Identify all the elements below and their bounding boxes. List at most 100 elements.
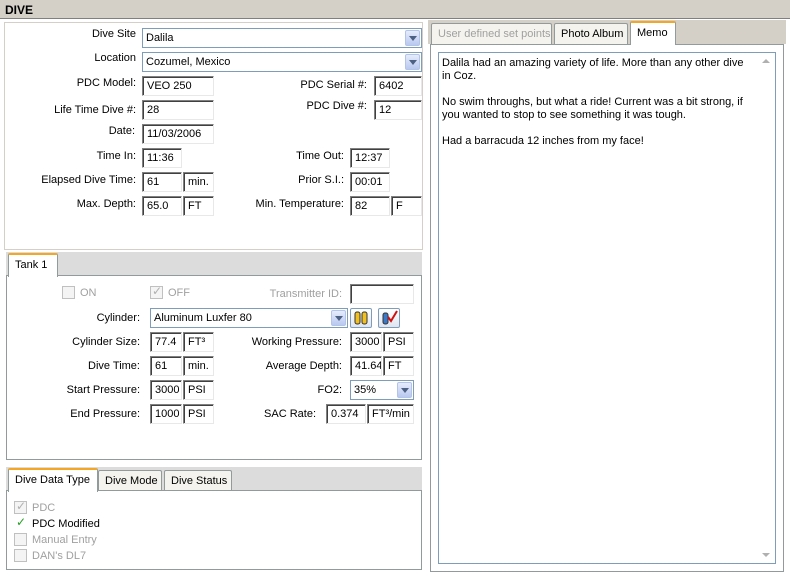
scroll-down-icon[interactable]	[762, 553, 770, 557]
life-time-dive-field[interactable]: 28	[142, 100, 214, 120]
option-pdc-label: PDC	[32, 501, 56, 514]
date-label: Date:	[108, 125, 135, 137]
transmitter-label: Transmitter ID:	[269, 288, 342, 300]
tank-on-box[interactable]	[62, 286, 75, 299]
option-pdc-modified[interactable]: PDC Modified	[14, 515, 100, 530]
dive-site-value: Dalila	[146, 32, 174, 44]
cylinder-size-field[interactable]: 77.4	[150, 332, 182, 352]
start-pressure-unit: PSI	[183, 380, 214, 400]
tank-check-icon	[382, 310, 398, 325]
dive-time-unit: min.	[183, 356, 214, 376]
time-in-field[interactable]: 11:36	[142, 148, 182, 168]
pdc-serial-label: PDC Serial #:	[300, 79, 367, 91]
pdc-serial-field[interactable]: 6402	[374, 76, 422, 96]
cylinder-size-unit: FT³	[183, 332, 214, 352]
tank-off-label: OFF	[168, 286, 190, 299]
tank-off-box[interactable]	[150, 284, 163, 299]
option-pdc-box[interactable]	[14, 499, 27, 514]
prior-si-field[interactable]: 00:01	[350, 172, 390, 192]
option-manual-entry-box[interactable]	[14, 533, 27, 546]
option-pdc[interactable]: PDC	[14, 499, 56, 514]
memo-paragraph: Dalila had an amazing variety of life. M…	[442, 57, 744, 82]
prior-si-label: Prior S.I.:	[298, 174, 344, 186]
time-out-field[interactable]: 12:37	[350, 148, 390, 168]
pdc-dive-field[interactable]: 12	[374, 100, 422, 120]
tank-tab-strip	[6, 252, 422, 276]
dive-site-select[interactable]: Dalila	[142, 28, 422, 48]
cylinder-select[interactable]: Aluminum Luxfer 80	[150, 308, 348, 328]
time-out-label: Time Out:	[296, 150, 344, 162]
memo-textarea[interactable]: Dalila had an amazing variety of life. M…	[438, 52, 776, 564]
fo2-label: FO2:	[317, 384, 342, 396]
chevron-down-icon[interactable]	[405, 54, 420, 70]
option-dans-dl7[interactable]: DAN's DL7	[14, 549, 86, 562]
elapsed-time-label: Elapsed Dive Time:	[41, 174, 136, 186]
pdc-model-label: PDC Model:	[76, 77, 136, 89]
pdc-model-field[interactable]: VEO 250	[142, 76, 214, 96]
option-pdc-modified-box[interactable]	[14, 515, 27, 530]
option-dans-dl7-box[interactable]	[14, 549, 27, 562]
working-pressure-field[interactable]: 3000	[350, 332, 382, 352]
tank-confirm-button[interactable]	[378, 308, 400, 328]
tab-dive-status[interactable]: Dive Status	[164, 470, 232, 492]
tab-tank-1[interactable]: Tank 1	[8, 253, 58, 277]
min-temp-field[interactable]: 82	[350, 196, 390, 216]
memo-paragraph: Had a barracuda 12 inches from my face!	[442, 135, 644, 147]
life-time-dive-label: Life Time Dive #:	[54, 104, 136, 116]
end-pressure-field[interactable]: 1000	[150, 404, 182, 424]
tab-memo[interactable]: Memo	[630, 21, 676, 45]
dive-time-label: Dive Time:	[88, 360, 140, 372]
pdc-dive-label: PDC Dive #:	[306, 100, 367, 112]
memo-paragraph: No swim throughs, but what a ride! Curre…	[442, 96, 743, 121]
elapsed-time-field[interactable]: 61	[142, 172, 182, 192]
fo2-value: 35%	[354, 384, 377, 396]
location-label: Location	[94, 52, 136, 64]
min-temp-unit: F	[391, 196, 422, 216]
transmitter-field[interactable]	[350, 284, 414, 304]
start-pressure-field[interactable]: 3000	[150, 380, 182, 400]
chevron-down-icon[interactable]	[405, 30, 420, 46]
location-value: Cozumel, Mexico	[146, 56, 231, 68]
tab-photo-album[interactable]: Photo Album	[554, 23, 628, 45]
time-in-label: Time In:	[96, 150, 136, 162]
end-pressure-unit: PSI	[183, 404, 214, 424]
tanks-library-button[interactable]	[350, 308, 372, 328]
tab-dive-mode[interactable]: Dive Mode	[98, 470, 162, 492]
sac-rate-unit: FT³/min	[367, 404, 414, 424]
option-pdc-modified-label: PDC Modified	[32, 517, 100, 530]
average-depth-label: Average Depth:	[265, 360, 342, 372]
chevron-down-icon[interactable]	[331, 310, 346, 326]
tank-on-checkbox[interactable]: ON	[62, 286, 97, 299]
start-pressure-label: Start Pressure:	[66, 384, 140, 396]
option-manual-entry[interactable]: Manual Entry	[14, 533, 97, 546]
date-field[interactable]: 11/03/2006	[142, 124, 214, 144]
dive-time-field[interactable]: 61	[150, 356, 182, 376]
sac-rate-label: SAC Rate:	[264, 408, 316, 420]
working-pressure-unit: PSI	[383, 332, 414, 352]
memo-scrollbar[interactable]	[758, 53, 775, 563]
chevron-down-icon[interactable]	[397, 382, 412, 398]
tab-dive-data-type[interactable]: Dive Data Type	[8, 468, 98, 492]
cylinder-value: Aluminum Luxfer 80	[154, 312, 252, 324]
fo2-select[interactable]: 35%	[350, 380, 414, 400]
tank-on-label: ON	[80, 286, 97, 299]
scroll-up-icon[interactable]	[762, 59, 770, 63]
end-pressure-label: End Pressure:	[70, 408, 140, 420]
average-depth-field[interactable]: 41.64	[350, 356, 382, 376]
cylinder-label: Cylinder:	[96, 312, 140, 324]
working-pressure-label: Working Pressure:	[251, 336, 342, 348]
max-depth-field[interactable]: 65.0	[142, 196, 182, 216]
dive-site-label: Dive Site	[91, 28, 136, 40]
elapsed-time-unit: min.	[183, 172, 214, 192]
tanks-icon	[354, 311, 368, 325]
option-manual-entry-label: Manual Entry	[32, 533, 97, 546]
max-depth-label: Max. Depth:	[76, 198, 136, 210]
tab-user-defined-set-points[interactable]: User defined set points	[431, 23, 552, 45]
tank-off-checkbox[interactable]: OFF	[150, 284, 190, 299]
sac-rate-field[interactable]: 0.374	[326, 404, 366, 424]
option-dans-dl7-label: DAN's DL7	[32, 549, 87, 562]
window-title: DIVE	[0, 0, 790, 19]
location-select[interactable]: Cozumel, Mexico	[142, 52, 422, 72]
min-temp-label: Min. Temperature:	[255, 198, 344, 210]
cylinder-size-label: Cylinder Size:	[72, 336, 140, 348]
